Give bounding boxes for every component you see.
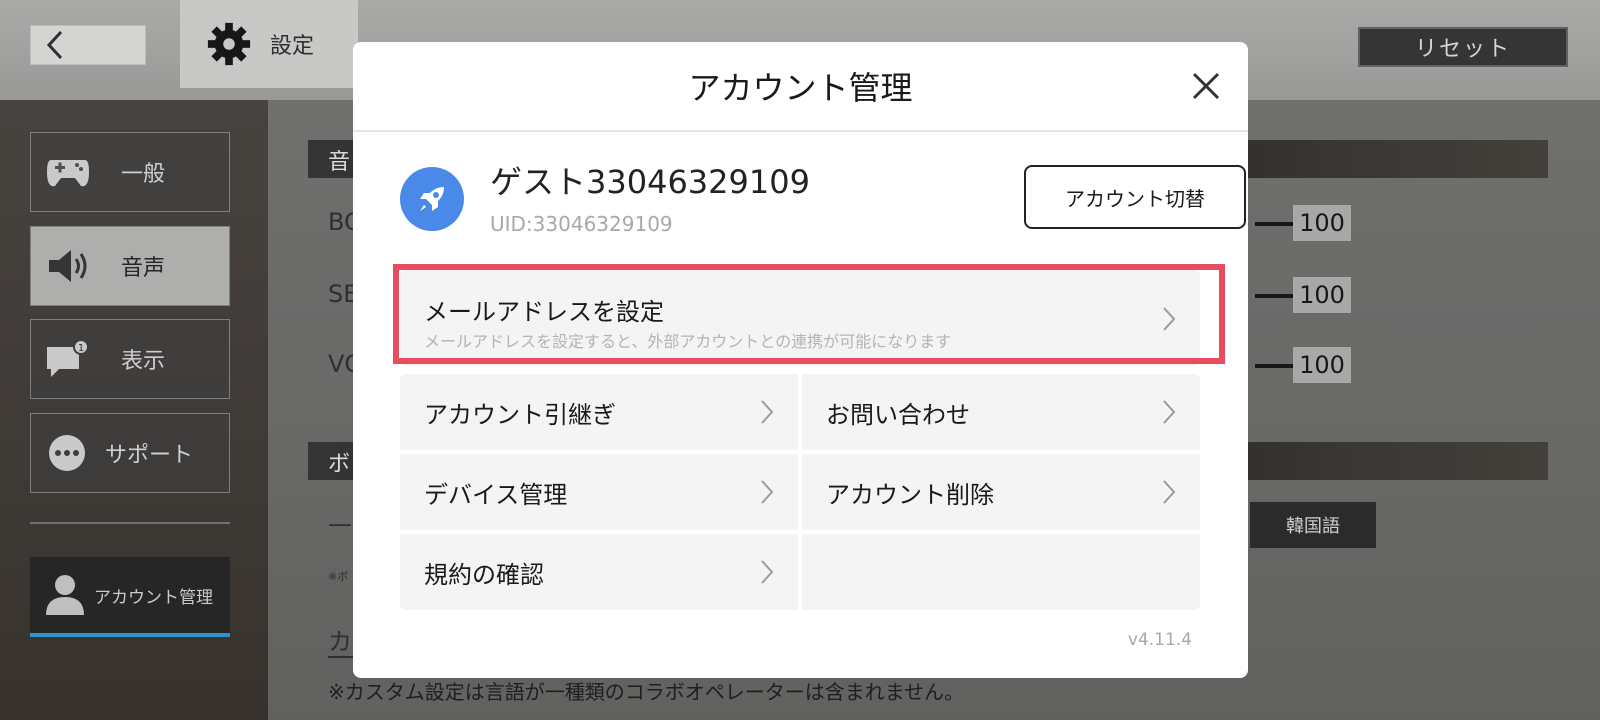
chevron-right-icon	[1163, 307, 1176, 331]
dialog-header: アカウント管理	[353, 42, 1248, 132]
username: ゲスト33046329109	[490, 163, 810, 201]
profile-section: ゲスト33046329109 UID:33046329109 アカウント切替	[400, 157, 1246, 247]
chevron-right-icon	[1163, 480, 1176, 504]
avatar	[400, 167, 464, 231]
close-icon	[1192, 72, 1220, 100]
version-label: v4.11.4	[1127, 630, 1192, 650]
device-management-item[interactable]: デバイス管理	[400, 454, 798, 530]
menu-item-label: 規約の確認	[424, 560, 544, 589]
chevron-right-icon	[761, 480, 774, 504]
dialog-title: アカウント管理	[688, 69, 913, 107]
set-email-description: メールアドレスを設定すると、外部アカウントとの連携が可能になります	[424, 332, 952, 351]
chevron-right-icon	[761, 560, 774, 584]
terms-item[interactable]: 規約の確認	[400, 534, 798, 610]
menu-item-label: デバイス管理	[424, 480, 568, 509]
account-menu-grid: アカウント引継ぎ お問い合わせ デバイス管理 アカウント削除 規約の確認	[400, 374, 1200, 610]
close-button[interactable]	[1186, 66, 1226, 106]
user-id: UID:33046329109	[490, 212, 673, 236]
rocket-icon	[420, 187, 444, 211]
account-management-dialog: アカウント管理 ゲスト33046329109 UID:33046329109 ア…	[353, 42, 1248, 678]
delete-account-item[interactable]: アカウント削除	[802, 454, 1200, 530]
set-email-title: メールアドレスを設定	[424, 298, 664, 326]
switch-account-button[interactable]: アカウント切替	[1024, 165, 1246, 229]
account-transfer-item[interactable]: アカウント引継ぎ	[400, 374, 798, 450]
contact-item[interactable]: お問い合わせ	[802, 374, 1200, 450]
menu-item-label: お問い合わせ	[826, 400, 970, 429]
chevron-right-icon	[761, 400, 774, 424]
chevron-right-icon	[1163, 400, 1176, 424]
menu-item-label: アカウント削除	[826, 480, 994, 509]
empty-cell	[802, 534, 1200, 610]
set-email-row[interactable]: メールアドレスを設定 メールアドレスを設定すると、外部アカウントとの連携が可能に…	[400, 270, 1200, 366]
menu-item-label: アカウント引継ぎ	[424, 400, 616, 429]
